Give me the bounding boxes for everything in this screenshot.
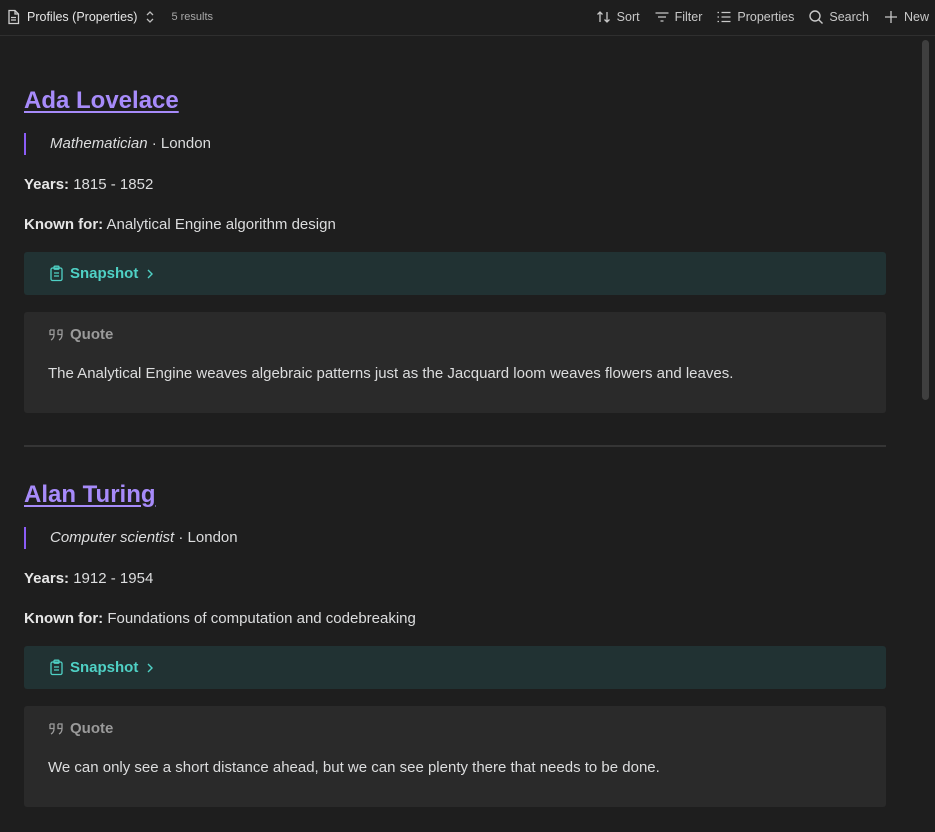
filter-label: Filter	[674, 10, 703, 24]
sort-icon	[596, 9, 612, 25]
role-location: Computer scientist · London	[24, 527, 238, 549]
quote-text: The Analytical Engine weaves algebraic p…	[48, 365, 734, 382]
scrollbar-thumb[interactable]	[922, 40, 929, 400]
new-button[interactable]: New	[883, 9, 929, 25]
sort-button[interactable]: Sort	[596, 9, 640, 25]
results-count: 5 results	[171, 11, 214, 23]
known-for-property: Known for: Analytical Engine algorithm d…	[24, 216, 336, 233]
view-selector[interactable]: Profiles (Properties) 5 results	[6, 0, 213, 34]
view-title[interactable]: Profiles (Properties)	[27, 10, 137, 24]
search-icon	[808, 9, 824, 25]
years-value: 1815 - 1852	[69, 176, 154, 193]
years-label: Years:	[24, 570, 70, 587]
plus-icon	[883, 9, 899, 25]
quote-callout: Quote We can only see a short distance a…	[24, 706, 886, 807]
snapshot-label: Snapshot	[70, 265, 139, 282]
role-location: Mathematician · London	[24, 133, 211, 155]
quote-label: Quote	[70, 720, 114, 737]
role: Mathematician	[50, 135, 148, 152]
known-for-property: Known for: Foundations of computation an…	[24, 610, 416, 627]
document-icon	[6, 9, 21, 25]
quote-text: We can only see a short distance ahead, …	[48, 759, 660, 776]
properties-label: Properties	[737, 10, 795, 24]
known-for-label: Known for:	[24, 610, 104, 627]
filter-button[interactable]: Filter	[654, 9, 703, 25]
quote-callout: Quote The Analytical Engine weaves algeb…	[24, 312, 886, 413]
quote-icon	[48, 721, 65, 737]
years-property: Years: 1912 - 1954	[24, 570, 153, 587]
toolbar: Profiles (Properties) 5 results Sort Fil…	[0, 0, 935, 36]
profile-name-link[interactable]: Alan Turing	[24, 481, 156, 509]
quote-label: Quote	[70, 326, 114, 343]
location: · London	[147, 135, 211, 152]
role: Computer scientist	[50, 529, 175, 546]
snapshot-callout[interactable]: Snapshot	[24, 252, 886, 295]
scrollbar[interactable]	[922, 39, 929, 829]
known-for-value: Analytical Engine algorithm design	[103, 216, 336, 233]
divider	[24, 445, 886, 447]
search-button[interactable]: Search	[808, 9, 869, 25]
toolbar-actions: Sort Filter Properties Search New	[582, 0, 929, 34]
clipboard-icon	[49, 659, 64, 676]
chevron-right-icon	[145, 662, 155, 674]
years-property: Years: 1815 - 1852	[24, 176, 153, 193]
search-label: Search	[829, 10, 869, 24]
clipboard-icon	[49, 265, 64, 282]
properties-icon	[716, 9, 732, 25]
location: · London	[174, 529, 238, 546]
known-for-value: Foundations of computation and codebreak…	[103, 610, 416, 627]
sort-label: Sort	[616, 10, 640, 24]
properties-button[interactable]: Properties	[716, 9, 794, 25]
years-label: Years:	[24, 176, 70, 193]
snapshot-callout[interactable]: Snapshot	[24, 646, 886, 689]
profile-name-link[interactable]: Ada Lovelace	[24, 87, 179, 115]
filter-icon	[654, 9, 670, 25]
known-for-label: Known for:	[24, 216, 104, 233]
quote-header[interactable]: Quote	[48, 326, 113, 343]
new-label: New	[903, 10, 929, 24]
quote-header[interactable]: Quote	[48, 720, 113, 737]
years-value: 1912 - 1954	[69, 570, 154, 587]
chevron-updown-icon[interactable]	[144, 10, 156, 24]
quote-icon	[48, 327, 65, 343]
snapshot-label: Snapshot	[70, 659, 139, 676]
chevron-right-icon	[145, 268, 155, 280]
